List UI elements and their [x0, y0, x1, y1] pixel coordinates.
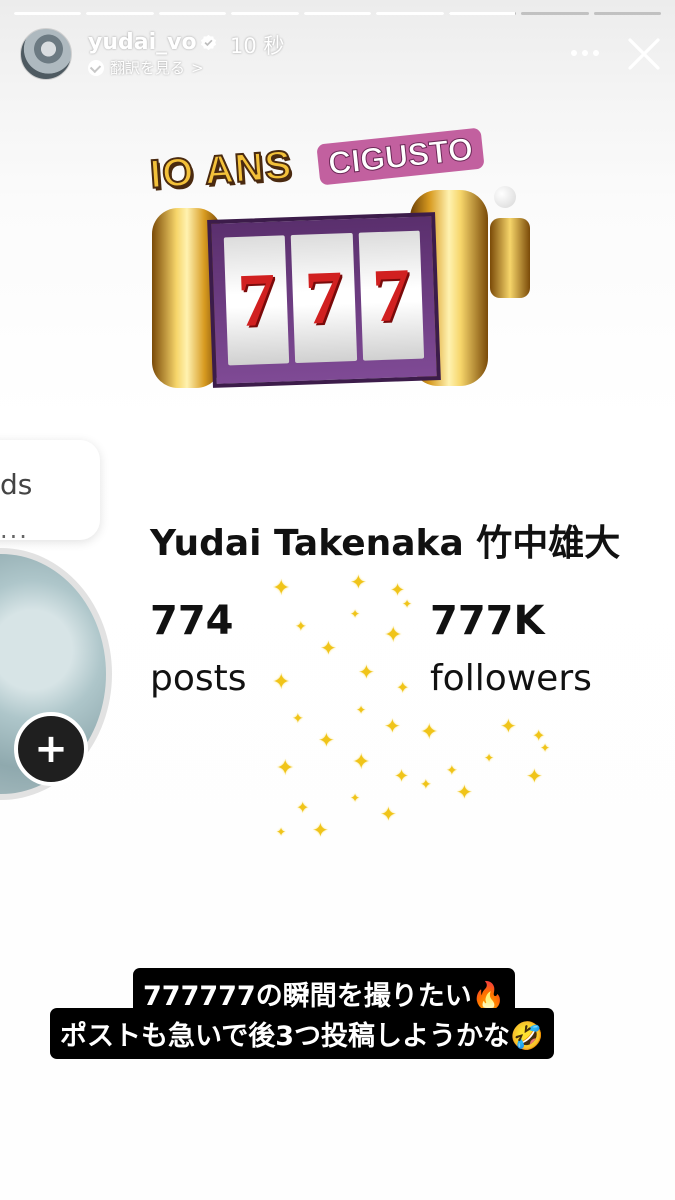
- posts-count: 774: [150, 598, 234, 644]
- translate-label: 翻訳を見る: [110, 59, 186, 77]
- story-progress-bar: [14, 12, 661, 15]
- notes-bubble-more: ...: [0, 516, 29, 544]
- sparkle-icon: ✦: [296, 798, 310, 817]
- translate-icon: [88, 59, 104, 76]
- plus-icon: +: [34, 726, 68, 772]
- sparkle-icon: ✦: [276, 825, 287, 839]
- sparkle-icon: ✦: [420, 777, 432, 793]
- sparkle-icon: ✦: [292, 711, 304, 727]
- sparkle-icon: ✦: [358, 660, 375, 684]
- sparkle-icon: ✦: [384, 714, 401, 738]
- profile-name: Yudai Takenaka 竹中雄大: [150, 523, 621, 564]
- story-progress-segment: [593, 12, 661, 15]
- more-icon[interactable]: [568, 38, 602, 68]
- story-progress-segment: [86, 12, 154, 15]
- sparkle-icon: ✦: [295, 619, 307, 635]
- followers-count: 777K: [430, 598, 545, 644]
- sparkle-icon: ✦: [318, 728, 335, 752]
- slot-title: IO ANS: [148, 142, 295, 198]
- sparkle-icon: ✦: [484, 751, 495, 765]
- posts-label: posts: [150, 658, 247, 699]
- sparkle-icon: ✦: [350, 791, 361, 805]
- sparkle-icon: ✦: [380, 802, 397, 826]
- sparkle-icon: ✦: [526, 764, 543, 788]
- chevron-right-icon: >: [191, 58, 204, 77]
- sparkle-icon: ✦: [276, 756, 295, 781]
- sparkle-icon: ✦: [396, 678, 410, 697]
- slot-lever-ball: [494, 186, 516, 208]
- sparkle-icon: ✦: [402, 597, 413, 611]
- slot-reel-frame: 7 7 7: [207, 212, 441, 388]
- story-progress-segment: [448, 12, 517, 15]
- time-ago: 10 秒: [230, 34, 285, 58]
- story-progress-segment: [303, 12, 372, 15]
- sparkle-icon: ✦: [384, 623, 403, 648]
- notes-bubble-text: ds: [0, 468, 33, 501]
- story-progress-segment: [14, 12, 82, 15]
- username[interactable]: yudai_vo: [88, 30, 197, 55]
- slot-reel: 7: [223, 235, 290, 366]
- sparkle-icon: ✦: [500, 714, 517, 738]
- add-story-button[interactable]: +: [14, 712, 88, 786]
- slot-lever: [490, 218, 530, 298]
- sparkle-icon: ✦: [350, 607, 361, 621]
- translate-link[interactable]: 翻訳を見る >: [88, 57, 204, 78]
- close-icon[interactable]: [626, 36, 662, 72]
- story-progress-segment: [158, 12, 227, 15]
- sparkle-icon: ✦: [456, 780, 473, 804]
- sparkle-icon: ✦: [446, 763, 458, 779]
- sparkle-icon: ✦: [420, 720, 439, 745]
- story-progress-segment: [231, 12, 299, 15]
- sparkle-icon: ✦: [312, 818, 329, 842]
- story-progress-segment: [376, 12, 444, 15]
- verified-badge-icon: [200, 34, 217, 51]
- slot-reel: 7: [358, 230, 425, 361]
- sparkle-icon: ✦: [320, 636, 337, 660]
- story-view[interactable]: yudai_vo 10 秒 翻訳を見る > 7 7 7 IO ANS CIGUS…: [0, 0, 675, 1200]
- sparkle-icon: ✦: [272, 670, 291, 695]
- slot-reel: 7: [291, 232, 357, 364]
- caption-line: ポストも急いで後3つ投稿しようかな🤣: [50, 1008, 554, 1059]
- sparkle-icon: ✦: [540, 741, 551, 755]
- sparkle-icon: ✦: [352, 750, 371, 775]
- slot-brand: CIGUSTO: [316, 127, 485, 186]
- followers-label: followers: [430, 658, 592, 699]
- story-progress-segment: [521, 12, 589, 15]
- sparkle-icon: ✦: [272, 576, 291, 601]
- sparkle-icon: ✦: [394, 766, 410, 787]
- slot-machine-sticker[interactable]: 7 7 7 IO ANS CIGUSTO: [140, 127, 540, 408]
- sparkle-icon: ✦: [350, 570, 367, 594]
- sparkle-icon: ✦: [356, 703, 367, 717]
- avatar[interactable]: [20, 28, 72, 80]
